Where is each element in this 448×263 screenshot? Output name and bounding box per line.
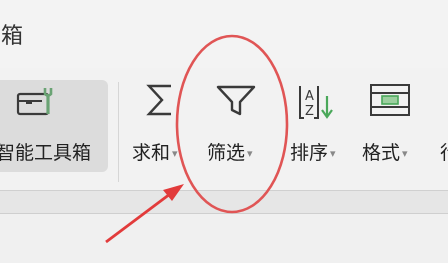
format-dropdown-caret[interactable]: ▾ — [402, 147, 408, 160]
sum-dropdown-caret[interactable]: ▾ — [172, 147, 178, 160]
sum-label: 求和 ▾ — [132, 142, 178, 164]
filter-dropdown-caret[interactable]: ▾ — [247, 147, 253, 160]
format-label: 格式 ▾ — [362, 142, 408, 164]
funnel-icon — [216, 85, 256, 116]
sigma-icon — [146, 84, 171, 116]
smart-toolbox-button[interactable]: 智能工具箱 — [0, 80, 108, 172]
svg-text:Z: Z — [305, 104, 314, 119]
toolbox-tab-title[interactable]: 具箱 — [0, 18, 24, 50]
sort-label: 排序 ▾ — [290, 142, 336, 164]
row-column-label: 行 — [440, 138, 448, 165]
filter-label: 筛选 ▾ — [207, 142, 253, 164]
format-button[interactable]: 格式 ▾ — [358, 82, 424, 172]
smart-toolbox-label: 智能工具箱 — [0, 142, 92, 164]
sort-button[interactable]: A Z 排序 ▾ — [286, 82, 350, 172]
formula-bar-area — [0, 190, 448, 213]
wps-ribbon-screenshot: 具箱 智能工具箱 求和▾ 筛选▾ A Z — [0, 0, 448, 263]
sort-az-icon: A Z — [299, 86, 333, 119]
sort-dropdown-caret[interactable]: ▾ — [330, 147, 336, 160]
ribbon-separator — [118, 82, 119, 182]
svg-text:A: A — [305, 89, 314, 104]
table-format-icon — [370, 84, 410, 116]
sum-button[interactable]: 求和 ▾ — [128, 82, 190, 172]
toolbox-wrench-icon — [16, 88, 53, 116]
sheet-area — [0, 213, 448, 263]
row-column-button[interactable]: 行 — [434, 82, 448, 172]
title-bar: 具箱 — [0, 0, 448, 68]
filter-button[interactable]: 筛选 ▾ — [203, 82, 273, 172]
